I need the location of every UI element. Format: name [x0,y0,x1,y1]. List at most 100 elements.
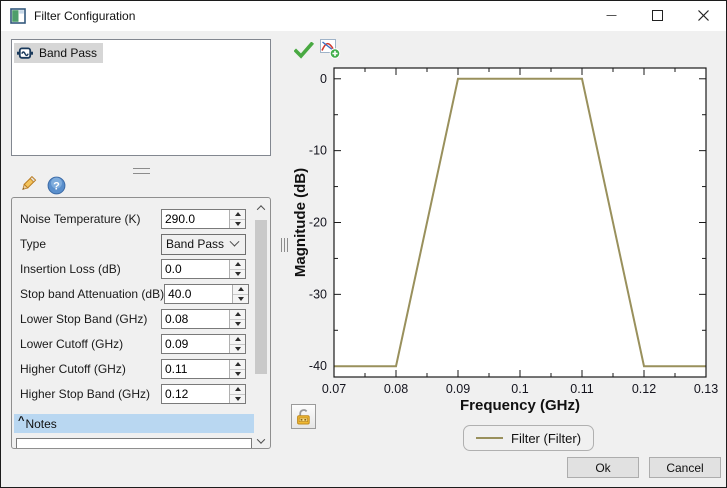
spin-up-button[interactable] [230,260,245,270]
svg-text:0.09: 0.09 [446,382,470,396]
spin-up-icon [234,212,241,217]
filter-configuration-dialog: Filter Configuration Band Pass ? Noise T… [0,0,727,488]
notes-input[interactable] [16,438,252,448]
field-label: Insertion Loss (dB) [20,262,121,276]
maximize-icon [651,10,663,21]
spin-down-icon [234,221,241,226]
stopband-attenuation-spinbox[interactable] [164,284,250,304]
higher-stop-band-input[interactable] [162,385,229,403]
svg-text:0: 0 [320,72,327,86]
spin-down-icon [234,321,241,326]
type-combobox-value: Band Pass [166,237,225,251]
svg-text:0.12: 0.12 [632,382,656,396]
legend-line-sample [476,437,503,439]
minimize-button[interactable] [588,1,634,30]
spin-down-button[interactable] [230,369,245,378]
list-item-band-pass[interactable]: Band Pass [14,43,104,63]
insertion-loss-input[interactable] [162,260,229,278]
help-button[interactable]: ? [45,174,67,196]
field-higher-stop-band: Higher Stop Band (GHz) [20,384,246,404]
padlock-open-icon [296,408,310,424]
lower-stop-band-input[interactable] [162,310,229,328]
lower-cutoff-spinbox[interactable] [161,334,246,354]
field-label: Lower Cutoff (GHz) [20,337,124,351]
close-icon [697,10,709,21]
spin-up-button[interactable] [233,285,249,295]
spin-down-button[interactable] [230,269,245,278]
form-scrollbar[interactable] [254,200,268,448]
noise-temperature-input[interactable] [162,210,229,228]
field-label: Higher Cutoff (GHz) [20,362,126,376]
higher-stop-band-spinbox[interactable] [161,384,246,404]
spin-down-button[interactable] [230,344,245,353]
lower-cutoff-input[interactable] [162,335,229,353]
svg-text:0.13: 0.13 [694,382,718,396]
collapse-caret-icon: ^ [18,414,25,427]
titlebar[interactable]: Filter Configuration [1,1,726,31]
spin-down-button[interactable] [230,394,245,403]
spin-up-icon [234,362,241,367]
spin-up-button[interactable] [230,360,245,370]
spin-up-button[interactable] [230,210,245,220]
svg-text:Magnitude (dB): Magnitude (dB) [292,168,309,277]
scrollbar-track[interactable] [254,215,268,433]
field-label: Type [20,237,47,251]
parameters-form: Noise Temperature (K) Type Band Pass Ins… [20,209,250,409]
edit-button[interactable] [17,173,39,195]
close-button[interactable] [680,1,726,30]
scroll-up-icon [256,204,266,214]
app-icon [10,8,26,24]
svg-text:0.1: 0.1 [511,382,528,396]
type-combobox[interactable]: Band Pass [161,233,246,255]
spin-up-icon [234,262,241,267]
spin-up-icon [234,387,241,392]
help-icon: ? [47,176,65,194]
field-label: Higher Stop Band (GHz) [20,387,151,401]
svg-text:0.11: 0.11 [570,382,593,396]
spin-down-button[interactable] [230,319,245,328]
notes-section-header[interactable]: ^ Notes [14,414,254,433]
minimize-icon [606,15,616,16]
field-label: Lower Stop Band (GHz) [20,312,148,326]
window-title: Filter Configuration [34,9,136,23]
maximize-button[interactable] [634,1,680,30]
spin-up-button[interactable] [230,310,245,320]
scroll-down-icon [256,434,266,444]
field-label: Noise Temperature (K) [20,212,141,226]
spin-down-button[interactable] [233,294,249,303]
higher-cutoff-spinbox[interactable] [161,359,246,379]
higher-cutoff-input[interactable] [162,360,229,378]
svg-text:?: ? [53,180,60,192]
spin-up-button[interactable] [230,335,245,345]
spin-up-icon [237,287,244,292]
horizontal-splitter-handle[interactable] [133,168,150,174]
spin-down-icon [234,396,241,401]
field-insertion-loss: Insertion Loss (dB) [20,259,246,279]
filters-list[interactable]: Band Pass [11,39,271,156]
field-lower-stop-band: Lower Stop Band (GHz) [20,309,246,329]
scrollbar-down-button[interactable] [254,433,268,448]
svg-text:-10: -10 [309,144,327,158]
spin-down-button[interactable] [230,219,245,228]
svg-text:0.07: 0.07 [322,382,346,396]
field-label: Stop band Attenuation (dB) [20,287,165,301]
svg-text:Frequency (GHz): Frequency (GHz) [460,397,580,414]
noise-temperature-spinbox[interactable] [161,209,246,229]
filter-response-chart: 0.07 0.08 0.09 0.1 0.11 0.12 0.13 0 -10 -20 -30 -40… [292,67,718,414]
pencil-icon [22,175,37,190]
stopband-attenuation-input[interactable] [165,285,233,303]
lower-stop-band-spinbox[interactable] [161,309,246,329]
vertical-splitter-handle[interactable] [281,238,288,252]
svg-text:0.08: 0.08 [384,382,408,396]
axis-lock-button[interactable] [291,404,316,429]
cancel-button[interactable]: Cancel [649,457,721,478]
field-noise-temperature: Noise Temperature (K) [20,209,246,229]
scrollbar-up-button[interactable] [254,200,268,215]
parameters-panel: Noise Temperature (K) Type Band Pass Ins… [11,197,271,449]
spin-down-icon [234,371,241,376]
filter-component-icon [17,47,33,59]
insertion-loss-spinbox[interactable] [161,259,246,279]
spin-up-button[interactable] [230,385,245,395]
ok-button[interactable]: Ok [567,457,639,478]
scrollbar-thumb[interactable] [255,220,267,374]
